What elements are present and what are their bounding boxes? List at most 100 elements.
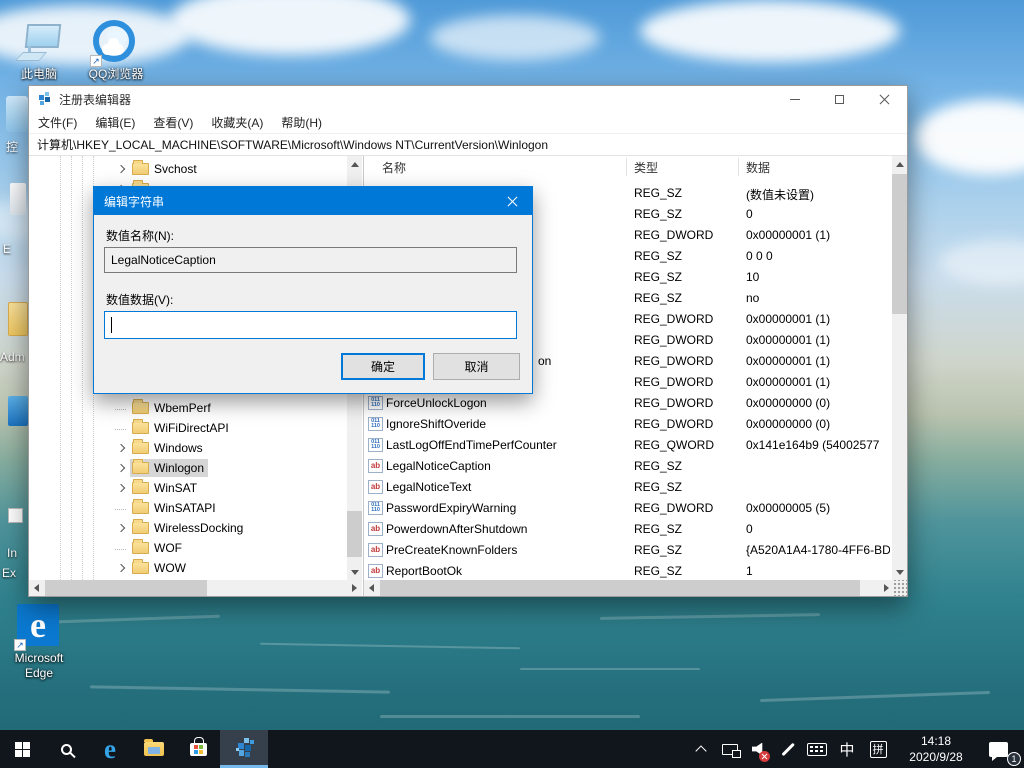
mute-badge-icon xyxy=(759,751,770,762)
dialog-titlebar[interactable]: 编辑字符串 xyxy=(94,187,532,215)
search-button[interactable] xyxy=(44,730,88,768)
taskbar-edge-button[interactable]: e xyxy=(88,730,132,768)
scroll-down-arrow[interactable] xyxy=(347,564,362,580)
reg-dword-icon xyxy=(368,417,383,431)
expand-chevron-icon[interactable] xyxy=(115,481,130,496)
scroll-left-arrow[interactable] xyxy=(29,580,44,596)
column-header-data[interactable]: 数据 xyxy=(746,159,770,176)
table-row[interactable]: PowerdownAfterShutdownREG_SZ0 xyxy=(364,519,892,540)
menu-favorites[interactable]: 收藏夹(A) xyxy=(202,112,272,133)
table-row[interactable]: LegalNoticeCaptionREG_SZ xyxy=(364,456,892,477)
cancel-button[interactable]: 取消 xyxy=(433,353,520,380)
keyboard-icon xyxy=(807,743,827,756)
list-horizontal-scrollbar[interactable] xyxy=(364,580,894,596)
folder-icon xyxy=(132,542,149,554)
expand-chevron-icon[interactable] xyxy=(115,441,130,456)
folder-icon xyxy=(132,482,149,494)
resize-grip[interactable] xyxy=(894,580,907,596)
taskbar-file-explorer-button[interactable] xyxy=(132,730,176,768)
maximize-icon xyxy=(835,95,844,104)
tree-item-winsatapi[interactable]: WinSATAPI xyxy=(115,498,220,518)
scroll-left-arrow[interactable] xyxy=(364,580,379,596)
dialog-close-button[interactable] xyxy=(492,187,532,215)
tray-touch-keyboard-button[interactable] xyxy=(806,730,828,768)
tray-network-button[interactable] xyxy=(719,730,741,768)
column-header-type[interactable]: 类型 xyxy=(634,159,658,176)
desktop-icon-microsoft-edge[interactable]: Microsoft Edge xyxy=(8,604,70,681)
sea-foam xyxy=(380,715,640,718)
scroll-down-arrow[interactable] xyxy=(892,564,907,580)
partial-desktop-icon[interactable] xyxy=(8,396,28,426)
tree-item-windows[interactable]: Windows xyxy=(115,438,207,458)
menu-file[interactable]: 文件(F) xyxy=(29,112,86,133)
scroll-right-arrow[interactable] xyxy=(879,580,894,596)
tree-horizontal-scrollbar[interactable] xyxy=(29,580,362,596)
tree-item-wirelessdocking[interactable]: WirelessDocking xyxy=(115,518,247,538)
list-vertical-scrollbar[interactable] xyxy=(892,156,907,580)
scrollbar-thumb[interactable] xyxy=(45,580,207,596)
expand-chevron-icon[interactable] xyxy=(115,561,130,576)
value-name-input[interactable] xyxy=(104,247,517,273)
column-separator[interactable] xyxy=(738,158,739,176)
clock-date: 2020/9/28 xyxy=(897,749,975,765)
taskbar-clock[interactable]: 14:18 2020/9/28 xyxy=(897,733,975,765)
scroll-up-arrow[interactable] xyxy=(892,156,907,172)
action-center-button[interactable]: 1 xyxy=(982,730,1014,768)
value-data-input[interactable] xyxy=(104,311,517,339)
menu-help[interactable]: 帮助(H) xyxy=(272,112,331,133)
taskbar-store-button[interactable] xyxy=(176,730,220,768)
close-icon xyxy=(507,196,518,207)
column-header-name[interactable]: 名称 xyxy=(382,159,406,176)
tree-item-svchost[interactable]: Svchost xyxy=(115,159,201,179)
minimize-button[interactable] xyxy=(772,86,817,112)
tray-pen-button[interactable] xyxy=(777,730,799,768)
desktop-icon-this-pc[interactable]: 此电脑 xyxy=(8,22,70,82)
start-button[interactable] xyxy=(0,730,44,768)
expand-chevron-icon[interactable] xyxy=(115,162,130,177)
scroll-up-arrow[interactable] xyxy=(347,156,362,172)
ime-chinese-indicator: 中 xyxy=(839,739,854,760)
desktop-icon-label: Microsoft Edge xyxy=(8,651,70,681)
cloud xyxy=(640,0,900,62)
tree-item-wifidirectapi[interactable]: WiFiDirectAPI xyxy=(115,418,233,438)
ok-button[interactable]: 确定 xyxy=(341,353,425,380)
desktop-icon-qq-browser[interactable]: QQ浏览器 xyxy=(85,20,147,82)
tree-item-wow[interactable]: WOW xyxy=(115,558,190,578)
partial-desktop-icon[interactable] xyxy=(6,96,28,132)
tree-item-wof[interactable]: WOF xyxy=(115,538,186,558)
partial-desktop-icon[interactable] xyxy=(8,508,23,523)
window-titlebar[interactable]: 注册表编辑器 xyxy=(29,86,907,112)
tray-chevron-button[interactable] xyxy=(690,730,712,768)
ime-pinyin-button[interactable]: 拼 xyxy=(866,730,890,768)
table-row[interactable]: PasswordExpiryWarningREG_DWORD0x00000005… xyxy=(364,498,892,519)
menu-view[interactable]: 查看(V) xyxy=(144,112,202,133)
tree-item-winlogon[interactable]: Winlogon xyxy=(115,458,208,478)
scrollbar-thumb[interactable] xyxy=(347,511,362,557)
tree-item-winsat[interactable]: WinSAT xyxy=(115,478,201,498)
tree-item-wbemperf[interactable]: WbemPerf xyxy=(115,398,215,418)
table-row[interactable]: LegalNoticeTextREG_SZ xyxy=(364,477,892,498)
close-button[interactable] xyxy=(862,86,907,112)
tray-volume-button[interactable] xyxy=(748,730,770,768)
scroll-right-arrow[interactable] xyxy=(347,580,362,596)
maximize-button[interactable] xyxy=(817,86,862,112)
notification-badge: 1 xyxy=(1007,752,1021,766)
table-row[interactable]: ReportBootOkREG_SZ1 xyxy=(364,561,892,580)
address-bar[interactable]: 计算机\HKEY_LOCAL_MACHINE\SOFTWARE\Microsof… xyxy=(29,134,907,156)
table-row[interactable]: ForceUnlockLogonREG_DWORD0x00000000 (0) xyxy=(364,393,892,414)
menu-edit[interactable]: 编辑(E) xyxy=(86,112,144,133)
table-row[interactable]: LastLogOffEndTimePerfCounterREG_QWORD0x1… xyxy=(364,435,892,456)
column-separator[interactable] xyxy=(626,158,627,176)
partial-desktop-icon[interactable] xyxy=(8,302,28,336)
expand-chevron-icon[interactable] xyxy=(115,461,130,476)
scrollbar-thumb[interactable] xyxy=(380,580,860,596)
scrollbar-thumb[interactable] xyxy=(892,174,907,314)
table-row[interactable]: IgnoreShiftOverideREG_DWORD0x00000000 (0… xyxy=(364,414,892,435)
table-row[interactable]: PreCreateKnownFoldersREG_SZ{A520A1A4-178… xyxy=(364,540,892,561)
taskbar-regedit-button[interactable] xyxy=(220,730,268,768)
folder-icon xyxy=(132,422,149,434)
partial-desktop-icon[interactable] xyxy=(10,183,26,215)
ime-mode-button[interactable]: 中 xyxy=(835,730,859,768)
close-icon xyxy=(879,94,890,105)
expand-chevron-icon[interactable] xyxy=(115,521,130,536)
